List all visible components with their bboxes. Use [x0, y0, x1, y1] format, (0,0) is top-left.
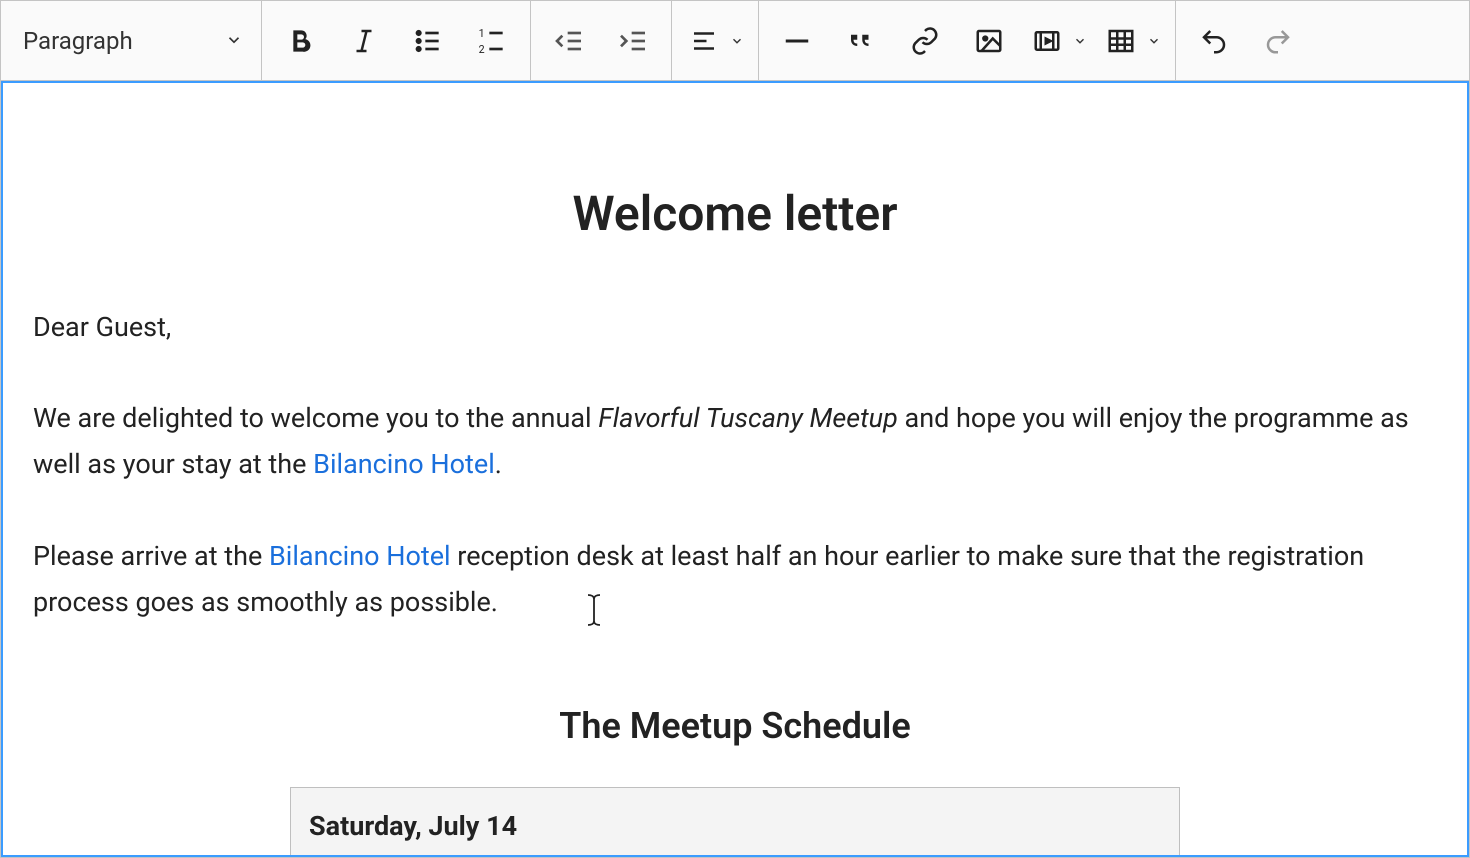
toolbar-group-history — [1176, 1, 1316, 80]
table-dropdown[interactable] — [1145, 34, 1163, 48]
toolbar-group-insert — [759, 1, 1176, 80]
toolbar: Paragraph 12 — [1, 1, 1469, 81]
toolbar-group-style: 12 — [262, 1, 531, 80]
document-body[interactable]: Welcome letter Dear Guest, We are deligh… — [3, 83, 1467, 857]
table-button[interactable] — [1095, 9, 1147, 73]
horizontal-rule-button[interactable] — [765, 9, 829, 73]
schedule-table[interactable]: Saturday, July 14 9:30 AM - 11:30 AM Ame… — [290, 787, 1180, 857]
blockquote-button[interactable] — [829, 9, 893, 73]
toolbar-group-align — [672, 1, 759, 80]
align-button[interactable] — [678, 9, 730, 73]
meetup-name: Flavorful Tuscany Meetup — [598, 402, 898, 434]
toolbar-group-heading: Paragraph — [1, 1, 262, 80]
indent-button[interactable] — [601, 9, 665, 73]
text-run: . — [495, 448, 502, 480]
svg-text:2: 2 — [479, 43, 485, 56]
link-button[interactable] — [893, 9, 957, 73]
heading-dropdown[interactable]: Paragraph — [1, 1, 261, 80]
hotel-link[interactable]: Bilancino Hotel — [313, 448, 495, 480]
table-header-cell[interactable]: Saturday, July 14 — [291, 788, 1180, 857]
outdent-button[interactable] — [537, 9, 601, 73]
toolbar-group-indent — [531, 1, 672, 80]
bullet-list-button[interactable] — [396, 9, 460, 73]
text-run: Please arrive at the — [33, 540, 269, 572]
editor-frame: Paragraph 12 — [0, 0, 1470, 858]
table-header-row[interactable]: Saturday, July 14 — [291, 788, 1180, 857]
hotel-link[interactable]: Bilancino Hotel — [269, 540, 451, 572]
media-button[interactable] — [1021, 9, 1073, 73]
greeting-paragraph[interactable]: Dear Guest, — [33, 305, 1437, 351]
italic-button[interactable] — [332, 9, 396, 73]
bold-button[interactable] — [268, 9, 332, 73]
svg-text:1: 1 — [479, 27, 485, 40]
numbered-list-button[interactable]: 12 — [460, 9, 524, 73]
intro-paragraph[interactable]: We are delighted to welcome you to the a… — [33, 396, 1437, 488]
redo-button[interactable] — [1246, 9, 1310, 73]
undo-button[interactable] — [1182, 9, 1246, 73]
heading-label: Paragraph — [23, 27, 133, 55]
arrival-paragraph[interactable]: Please arrive at the Bilancino Hotel rec… — [33, 534, 1437, 626]
page-title[interactable]: Welcome letter — [33, 173, 1437, 255]
schedule-heading[interactable]: The Meetup Schedule — [33, 696, 1437, 757]
chevron-down-icon — [225, 27, 243, 55]
text-run: We are delighted to welcome you to the a… — [33, 402, 598, 434]
editor-content-area[interactable]: Welcome letter Dear Guest, We are deligh… — [1, 81, 1469, 857]
image-button[interactable] — [957, 9, 1021, 73]
media-dropdown[interactable] — [1071, 34, 1089, 48]
align-dropdown[interactable] — [728, 34, 746, 48]
